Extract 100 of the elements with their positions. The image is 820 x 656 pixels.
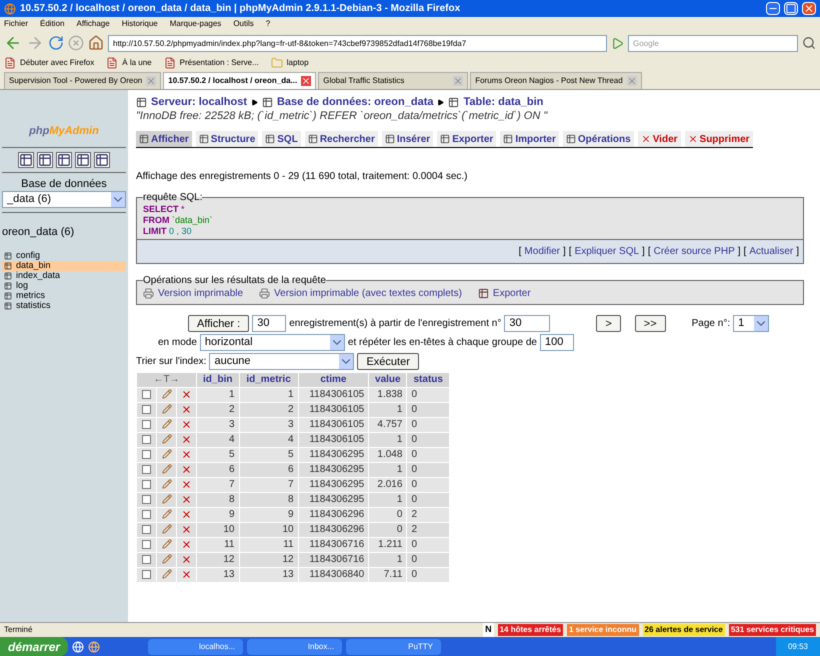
- bookmark-link[interactable]: Présentation : Serve...: [164, 57, 259, 69]
- delete-icon[interactable]: [181, 524, 192, 535]
- breadcrumb-link[interactable]: Table: data_bin: [463, 95, 544, 109]
- action-link[interactable]: Actualiser: [749, 245, 794, 258]
- row-checkbox[interactable]: [142, 390, 151, 399]
- show-button[interactable]: Afficher :: [188, 315, 250, 332]
- edit-icon[interactable]: [162, 554, 172, 564]
- row-checkbox[interactable]: [142, 540, 151, 549]
- table-link[interactable]: config: [2, 251, 126, 261]
- edit-icon[interactable]: [162, 569, 172, 580]
- action-link[interactable]: Expliquer SQL: [574, 245, 640, 258]
- taskbar-button[interactable]: PuTTY: [346, 638, 442, 654]
- row-checkbox[interactable]: [142, 554, 151, 564]
- menu-item[interactable]: Historique: [122, 18, 158, 30]
- alert-badge[interactable]: 531 services critiques: [728, 624, 816, 636]
- toolbar-icon[interactable]: [94, 152, 110, 168]
- repeat-field[interactable]: 100: [540, 334, 574, 351]
- close-tab-icon[interactable]: [453, 76, 464, 86]
- delete-icon[interactable]: [181, 404, 192, 415]
- bookmark-link[interactable]: Débuter avec Firefox: [4, 57, 94, 69]
- tab[interactable]: Insérer: [382, 131, 434, 147]
- sort-select[interactable]: aucune: [209, 353, 354, 370]
- column-header[interactable]: id_metric: [239, 372, 298, 388]
- table-link[interactable]: metrics: [2, 291, 126, 301]
- column-header[interactable]: id_bin: [196, 372, 239, 388]
- edit-icon[interactable]: [162, 464, 172, 474]
- go-button[interactable]: [611, 36, 624, 50]
- menu-item[interactable]: Marque-pages: [170, 18, 222, 30]
- row-checkbox[interactable]: [142, 524, 151, 534]
- mode-select[interactable]: horizontal: [200, 334, 345, 351]
- action-link[interactable]: Modifier: [524, 245, 560, 258]
- browser-tab[interactable]: 10.57.50.2 / localhost / oreon_da...: [163, 72, 316, 89]
- delete-icon[interactable]: [181, 568, 192, 580]
- menu-item[interactable]: Affichage: [76, 18, 110, 30]
- table-link[interactable]: index_data: [2, 271, 126, 281]
- execute-button[interactable]: Exécuter: [357, 353, 419, 370]
- breadcrumb-link[interactable]: Serveur: localhost: [151, 95, 247, 109]
- close-tab-icon[interactable]: [301, 76, 312, 86]
- breadcrumb-link[interactable]: Base de données: oreon_data: [276, 95, 434, 109]
- close-button[interactable]: [802, 2, 816, 15]
- tab[interactable]: Structure: [196, 131, 258, 147]
- tab[interactable]: SQL: [262, 131, 301, 147]
- toolbar-icon[interactable]: [18, 152, 34, 168]
- delete-icon[interactable]: [181, 508, 192, 520]
- delete-icon[interactable]: [181, 494, 192, 505]
- operation-link[interactable]: Version imprimable (avec textes complets): [259, 287, 462, 300]
- taskbar-button[interactable]: localhos...: [148, 638, 244, 654]
- action-link[interactable]: Créer source PHP: [654, 245, 735, 258]
- delete-icon[interactable]: [181, 418, 192, 430]
- menu-item[interactable]: Édition: [40, 18, 64, 30]
- tab[interactable]: Supprimer: [684, 131, 753, 147]
- column-header[interactable]: value: [368, 372, 407, 388]
- url-field[interactable]: http://10.57.50.2/phpmyadmin/index.php?lang=fr-utf-8&token=743cbef9739852dfad14f768be19fda7: [108, 34, 607, 52]
- last-button[interactable]: >>: [634, 315, 666, 332]
- edit-icon[interactable]: [162, 449, 172, 460]
- delete-icon[interactable]: [181, 478, 192, 490]
- row-checkbox[interactable]: [142, 464, 151, 474]
- minimize-button[interactable]: [766, 2, 780, 15]
- row-checkbox[interactable]: [142, 434, 151, 444]
- column-header[interactable]: status: [406, 372, 450, 388]
- edit-icon[interactable]: [162, 509, 172, 520]
- alert-badge[interactable]: 26 alertes de service: [642, 624, 725, 636]
- delete-icon[interactable]: [181, 464, 192, 475]
- quick-launch-icon[interactable]: [88, 640, 100, 652]
- tab[interactable]: Exporter: [437, 131, 496, 147]
- edit-icon[interactable]: [162, 419, 172, 430]
- tab[interactable]: Afficher: [136, 131, 192, 147]
- edit-icon[interactable]: [162, 434, 172, 444]
- toolbar-icon[interactable]: [75, 152, 91, 168]
- delete-icon[interactable]: [181, 448, 192, 460]
- column-header[interactable]: ctime: [298, 372, 369, 388]
- start-field[interactable]: 30: [504, 315, 550, 332]
- edit-icon[interactable]: [162, 479, 172, 490]
- tab[interactable]: Importer: [500, 131, 559, 147]
- row-checkbox[interactable]: [142, 510, 151, 519]
- bookmark-link[interactable]: laptop: [270, 57, 309, 69]
- row-checkbox[interactable]: [142, 480, 151, 489]
- tab[interactable]: Vider: [638, 131, 681, 147]
- alert-badge[interactable]: 14 hôtes arrêtés: [498, 624, 563, 636]
- edit-icon[interactable]: [162, 389, 172, 400]
- database-select[interactable]: _data (6): [2, 191, 126, 208]
- operation-link[interactable]: Version imprimable: [143, 287, 244, 300]
- row-checkbox[interactable]: [142, 404, 151, 414]
- menu-item[interactable]: Fichier: [4, 18, 28, 30]
- edit-icon[interactable]: [162, 494, 172, 504]
- tab[interactable]: Opérations: [562, 131, 634, 147]
- edit-icon[interactable]: [162, 404, 172, 414]
- bookmark-link[interactable]: À la une: [106, 57, 152, 69]
- table-link[interactable]: log: [2, 281, 126, 291]
- reload-button[interactable]: [48, 35, 64, 51]
- next-button[interactable]: >: [596, 315, 621, 332]
- browser-tab[interactable]: Forums Oreon Nagios - Post New Thread: [470, 72, 642, 89]
- row-checkbox[interactable]: [142, 570, 151, 579]
- row-checkbox[interactable]: [142, 450, 151, 459]
- taskbar-button[interactable]: Inbox...: [247, 638, 342, 654]
- home-button[interactable]: [88, 35, 104, 51]
- close-tab-icon[interactable]: [626, 76, 637, 86]
- browser-tab[interactable]: Supervision Tool - Powered By Oreon: [4, 72, 162, 89]
- close-tab-icon[interactable]: [146, 76, 156, 86]
- toolbar-icon[interactable]: [37, 152, 53, 168]
